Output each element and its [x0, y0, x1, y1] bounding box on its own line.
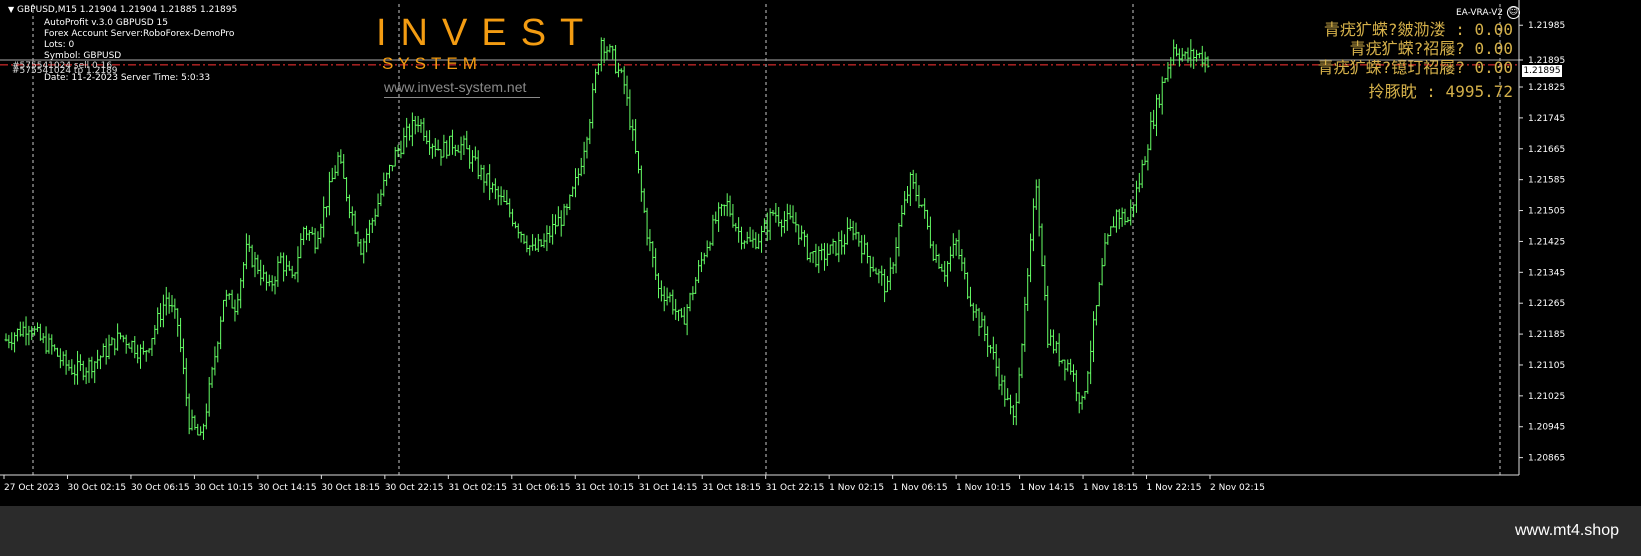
- stats-panel: 青疣犷蝾?皴泐溇 : 0.00 青疣犷蝾?祒屦? 0.00 青疣犷蝾?镱玎祒屦?…: [1318, 20, 1513, 101]
- ea-label: EA-VRA-V2: [1456, 8, 1503, 18]
- price-tick-label: 1.21025: [1528, 392, 1565, 402]
- stats-row-4: 拎豚眈 : 4995.72: [1368, 82, 1513, 101]
- info-line-server: Forex Account Server:RoboForex-DemoPro: [44, 29, 235, 39]
- price-tick-label: 1.21505: [1528, 207, 1565, 217]
- time-tick-label: 2 Nov 02:15: [1210, 483, 1265, 493]
- chart-title: GBPUSD,M15 1.21904 1.21904 1.21885 1.218…: [17, 5, 238, 15]
- price-tick-label: 1.20865: [1528, 454, 1565, 464]
- time-tick-label: 30 Oct 06:15: [131, 483, 190, 493]
- time-tick-label: 30 Oct 18:15: [321, 483, 380, 493]
- price-tick-label: 1.21185: [1528, 330, 1565, 340]
- price-tick-label: 1.21585: [1528, 176, 1565, 186]
- time-tick-label: 31 Oct 18:15: [702, 483, 761, 493]
- info-line-ea: AutoProfit v.3.0 GBPUSD 15: [44, 18, 169, 28]
- watermark: www.mt4.shop: [1514, 522, 1619, 539]
- smiley-icon: ☺: [1507, 6, 1520, 19]
- price-tick-label: 1.21345: [1528, 268, 1565, 278]
- time-tick-label: 1 Nov 02:15: [829, 483, 884, 493]
- logo-subtitle: SYSTEM: [382, 54, 482, 73]
- price-tick-label: 1.21985: [1528, 21, 1565, 31]
- stats-row-1: 青疣犷蝾?皴泐溇 : 0.00: [1323, 20, 1513, 39]
- time-tick-label: 30 Oct 02:15: [67, 483, 126, 493]
- chart-menu-triangle-icon[interactable]: ▼: [8, 5, 14, 14]
- time-tick-label: 1 Nov 14:15: [1020, 483, 1075, 493]
- current-price-tag: 1.21895: [1522, 65, 1562, 77]
- price-tick-label: 1.21425: [1528, 237, 1565, 247]
- time-tick-label: 30 Oct 22:15: [385, 483, 444, 493]
- time-tick-label: 31 Oct 10:15: [575, 483, 634, 493]
- time-tick-label: 1 Nov 18:15: [1083, 483, 1138, 493]
- price-tick-label: 1.21105: [1528, 361, 1565, 371]
- price-tick-label: 1.21745: [1528, 114, 1565, 124]
- time-tick-label: 1 Nov 10:15: [956, 483, 1011, 493]
- chart-header: ▼ GBPUSD,M15 1.21904 1.21904 1.21885 1.2…: [8, 4, 237, 16]
- time-tick-label: 31 Oct 06:15: [512, 483, 571, 493]
- time-tick-label: 31 Oct 14:15: [639, 483, 698, 493]
- info-line-lots: Lots: 0: [44, 40, 75, 50]
- time-tick-label: 1 Nov 06:15: [893, 483, 948, 493]
- price-tick-label: 1.21665: [1528, 145, 1565, 155]
- time-tick-label: 27 Oct 2023: [4, 483, 60, 493]
- time-tick-label: 30 Oct 10:15: [194, 483, 253, 493]
- time-tick-label: 31 Oct 02:15: [448, 483, 507, 493]
- logo-url[interactable]: www.invest-system.net: [384, 79, 541, 98]
- trade-label-tp: #575541024 tp 1.2189: [12, 66, 118, 76]
- stats-row-3: 青疣犷蝾?镱玎祒屦? 0.00: [1317, 58, 1513, 77]
- logo-title: INVEST: [376, 12, 598, 54]
- candles-layer: [4, 37, 1210, 440]
- time-tick-label: 30 Oct 14:15: [258, 483, 317, 493]
- time-tick-label: 31 Oct 22:15: [766, 483, 825, 493]
- price-tick-label: 1.21265: [1528, 299, 1565, 309]
- price-tick-label: 1.20945: [1528, 423, 1565, 433]
- price-tick-label: 1.21825: [1528, 83, 1565, 93]
- time-tick-label: 1 Nov 22:15: [1147, 483, 1202, 493]
- stats-row-2: 青疣犷蝾?祒屦? 0.00: [1349, 39, 1513, 58]
- bottom-bar: www.mt4.shop: [0, 506, 1641, 556]
